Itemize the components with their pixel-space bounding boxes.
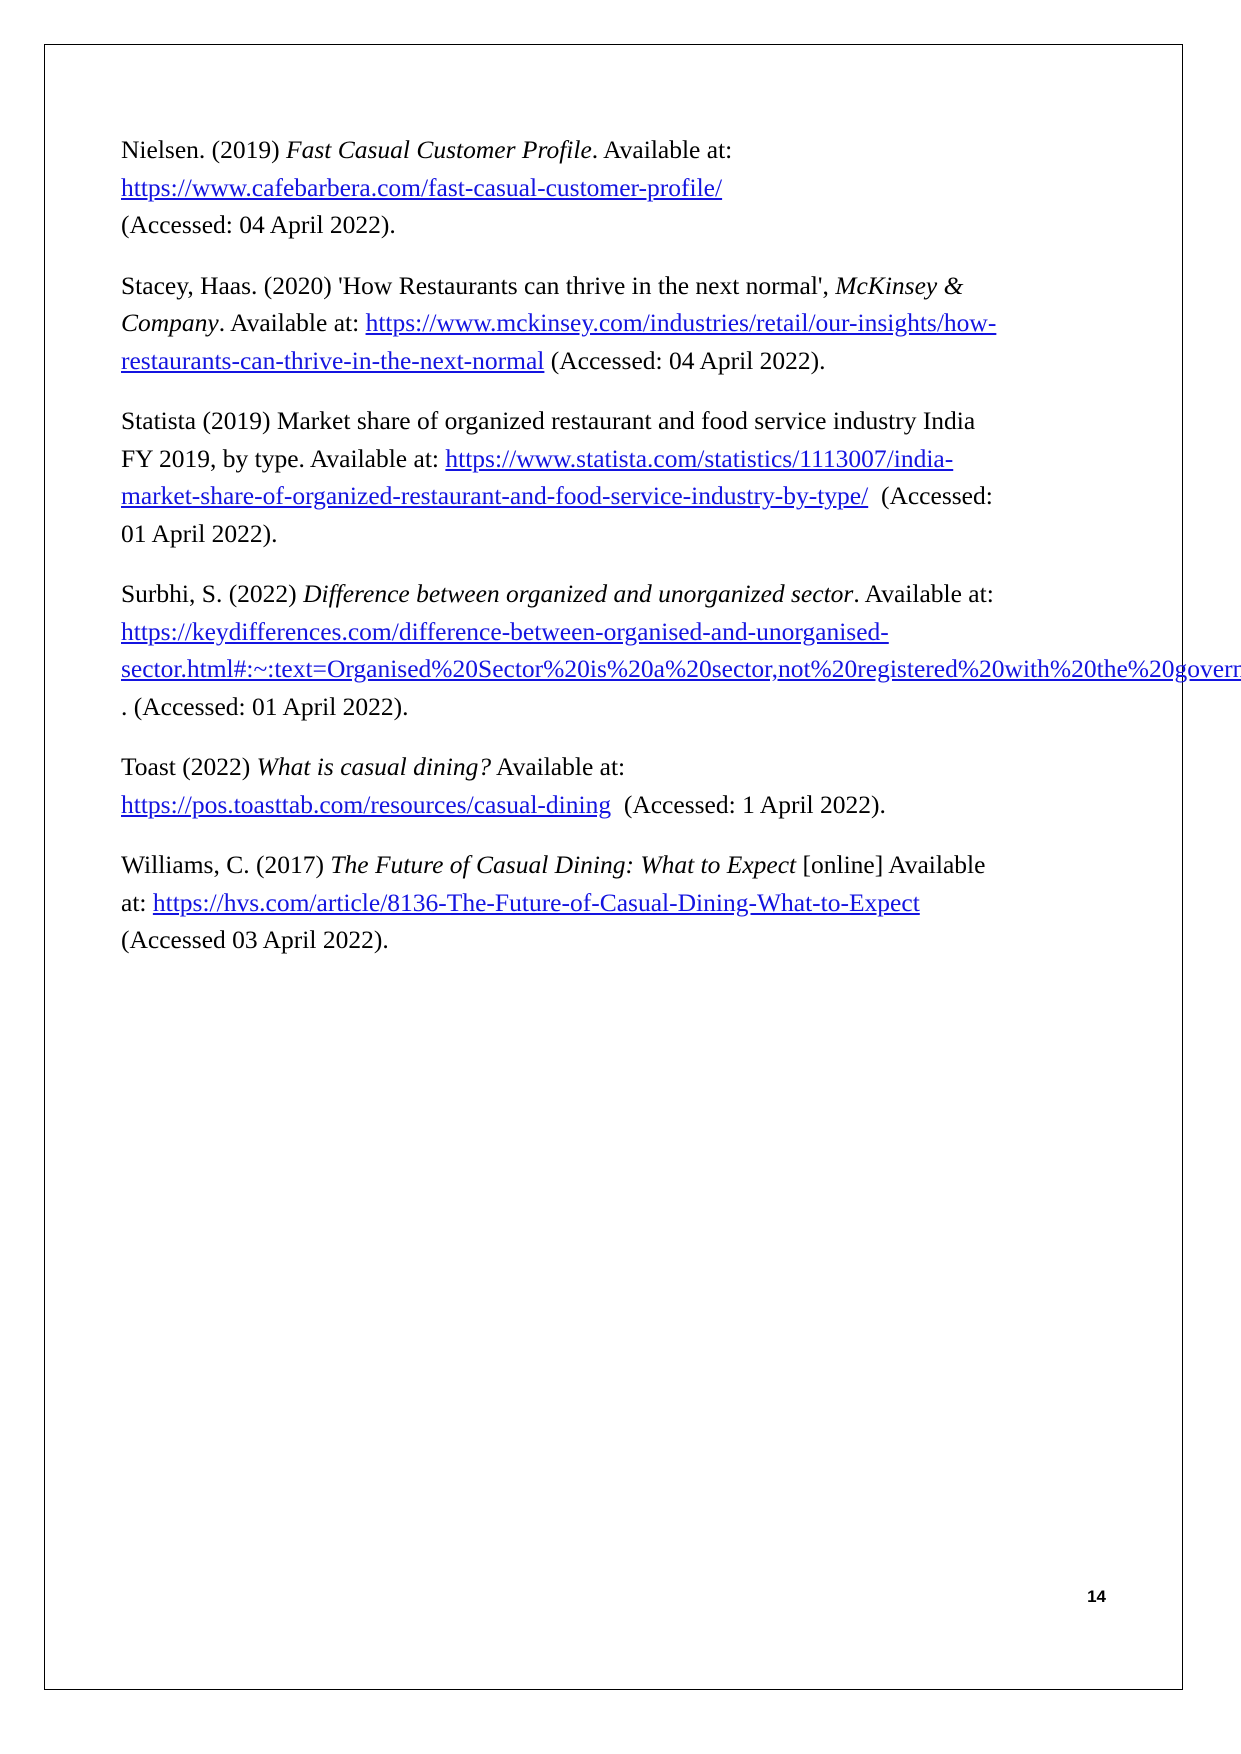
reference-text: (Accessed: 04 April 2022). bbox=[544, 345, 826, 375]
reference-title: What is casual dining? bbox=[256, 752, 492, 781]
reference-text: . Available at: bbox=[591, 135, 733, 164]
reference-text: (Accessed: 04 April 2022). bbox=[121, 210, 396, 239]
page-number: 14 bbox=[1087, 1587, 1106, 1606]
document-page: Nielsen. (2019) Fast Casual Customer Pro… bbox=[44, 44, 1241, 1690]
reference-entry: Toast (2022) What is casual dining? Avai… bbox=[121, 748, 1001, 823]
reference-text: . Available at: bbox=[853, 579, 1001, 608]
reference-title: The Future of Casual Dining: What to Exp… bbox=[330, 850, 797, 879]
reference-entry: Nielsen. (2019) Fast Casual Customer Pro… bbox=[121, 131, 1001, 244]
reference-link[interactable]: https://www.cafebarbera.com/fast-casual-… bbox=[121, 173, 722, 202]
reference-text: (Accessed: 1 April 2022). bbox=[611, 789, 886, 819]
reference-text: Available at: bbox=[496, 752, 626, 781]
reference-link[interactable]: https://pos.toasttab.com/resources/casua… bbox=[121, 790, 611, 819]
reference-link[interactable]: https://hvs.com/article/8136-The-Future-… bbox=[153, 888, 920, 917]
reference-title: Fast Casual Customer Profile bbox=[286, 135, 592, 164]
reference-text: Nielsen. (2019) bbox=[121, 135, 287, 164]
reference-entry: Statista (2019) Market share of organize… bbox=[121, 402, 1001, 552]
reference-text: Surbhi, S. (2022) bbox=[121, 579, 304, 608]
reference-entry: Surbhi, S. (2022) Difference between org… bbox=[121, 575, 1241, 725]
reference-entry: Stacey, Haas. (2020) 'How Restaurants ca… bbox=[121, 267, 1001, 380]
reference-link[interactable]: https://keydifferences.com/difference-be… bbox=[121, 617, 1241, 684]
reference-text: Toast (2022) bbox=[121, 752, 257, 781]
reference-text: . Available at: bbox=[218, 308, 366, 337]
reference-text: Williams, C. (2017) bbox=[121, 850, 331, 879]
reference-text: Stacey, Haas. (2020) 'How Restaurants ca… bbox=[121, 270, 836, 300]
reference-entry: Williams, C. (2017) The Future of Casual… bbox=[121, 846, 1001, 959]
reference-title: Difference between organized and unorgan… bbox=[303, 579, 854, 608]
reference-list: Nielsen. (2019) Fast Casual Customer Pro… bbox=[121, 131, 1241, 959]
